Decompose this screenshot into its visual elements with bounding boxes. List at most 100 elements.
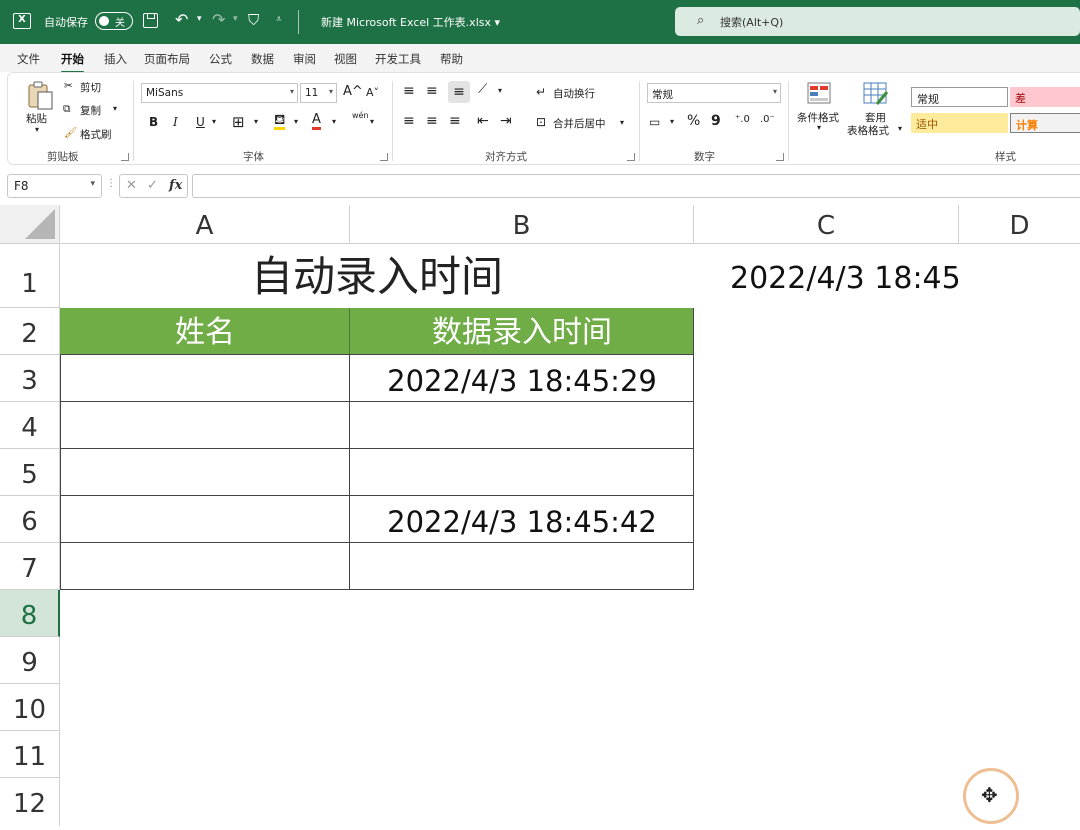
underline-dropdown-icon[interactable]: ▾ bbox=[212, 117, 216, 126]
underline-button[interactable]: U bbox=[196, 115, 205, 129]
copy-dropdown-icon[interactable]: ▾ bbox=[113, 104, 117, 113]
row-header-6[interactable]: 6 bbox=[0, 496, 60, 543]
borders-dropdown-icon[interactable]: ▾ bbox=[254, 117, 258, 126]
paste-dropdown-icon[interactable]: ▾ bbox=[35, 125, 39, 134]
tab-developer[interactable]: 开发工具 bbox=[375, 51, 421, 67]
enter-icon[interactable]: ✓ bbox=[147, 178, 158, 193]
font-size-select[interactable]: 11 ▾ bbox=[300, 83, 337, 103]
row-header-2[interactable]: 2 bbox=[0, 308, 60, 355]
row-header-7[interactable]: 7 bbox=[0, 543, 60, 590]
tab-home[interactable]: 开始 bbox=[61, 51, 84, 73]
style-neutral[interactable]: 适中 bbox=[911, 113, 1008, 133]
font-color-dropdown-icon[interactable]: ▾ bbox=[332, 117, 336, 126]
font-color-icon[interactable]: A bbox=[312, 113, 321, 130]
select-all-button[interactable] bbox=[0, 205, 60, 244]
paste-icon[interactable] bbox=[26, 81, 54, 111]
insert-function-icon[interactable]: fx bbox=[169, 178, 182, 193]
tab-view[interactable]: 视图 bbox=[334, 51, 357, 67]
align-center-icon[interactable]: ≡ bbox=[426, 113, 438, 129]
increase-indent-icon[interactable]: ⇥ bbox=[500, 113, 512, 129]
align-top-icon[interactable]: ≡ bbox=[403, 83, 415, 99]
format-table-dropdown-icon[interactable]: ▾ bbox=[898, 124, 902, 133]
cell-a2[interactable]: 姓名 bbox=[60, 308, 350, 355]
borders-icon[interactable]: ⊞ bbox=[232, 113, 245, 131]
style-normal[interactable]: 常规 bbox=[911, 87, 1008, 107]
row-header-3[interactable]: 3 bbox=[0, 355, 60, 402]
align-bottom-icon[interactable]: ≡ bbox=[448, 81, 470, 103]
alignment-launcher-icon[interactable] bbox=[627, 153, 635, 161]
document-title[interactable]: 新建 Microsoft Excel 工作表.xlsx ▾ bbox=[321, 14, 500, 30]
formula-input[interactable] bbox=[192, 174, 1080, 198]
merge-center-button[interactable]: 合并后居中 bbox=[553, 116, 606, 131]
format-as-table-icon[interactable] bbox=[863, 82, 889, 106]
decrease-indent-icon[interactable]: ⇤ bbox=[477, 113, 489, 129]
align-left-icon[interactable]: ≡ bbox=[403, 113, 415, 129]
font-name-select[interactable]: MiSans ▾ bbox=[141, 83, 298, 103]
fill-color-dropdown-icon[interactable]: ▾ bbox=[294, 117, 298, 126]
row-header-4[interactable]: 4 bbox=[0, 402, 60, 449]
worksheet-grid[interactable]: A B C D 1 2 3 4 5 6 7 8 9 10 11 12 自动录入时… bbox=[0, 205, 1080, 826]
align-middle-icon[interactable]: ≡ bbox=[426, 83, 438, 99]
conditional-formatting-icon[interactable] bbox=[807, 82, 831, 104]
row-header-11[interactable]: 11 bbox=[0, 731, 60, 778]
accounting-format-icon[interactable]: ▭ bbox=[649, 115, 660, 129]
column-header-c[interactable]: C bbox=[694, 205, 959, 244]
decrease-decimal-icon[interactable]: .0⁻ bbox=[760, 114, 775, 125]
accounting-dropdown-icon[interactable]: ▾ bbox=[670, 117, 674, 126]
tab-insert[interactable]: 插入 bbox=[104, 51, 127, 67]
format-painter-icon[interactable]: 🖌 bbox=[64, 126, 77, 139]
clipboard-launcher-icon[interactable] bbox=[121, 153, 129, 161]
tab-data[interactable]: 数据 bbox=[251, 51, 274, 67]
save-icon[interactable] bbox=[143, 13, 158, 28]
formula-bar-grip-icon[interactable]: ⋮ bbox=[106, 178, 116, 189]
wrap-text-icon[interactable]: ↵ bbox=[536, 85, 546, 99]
paste-button[interactable]: 粘贴 bbox=[26, 111, 47, 126]
conditional-dropdown-icon[interactable]: ▾ bbox=[817, 123, 821, 132]
customize-toolbar-icon[interactable]: ⩡ bbox=[276, 14, 282, 25]
redo-dropdown-icon[interactable]: ▾ bbox=[233, 14, 238, 24]
copy-button[interactable]: 复制 bbox=[80, 103, 101, 118]
row-header-8[interactable]: 8 bbox=[0, 590, 60, 637]
copy-icon[interactable]: ⧉ bbox=[63, 103, 71, 116]
comma-style-button[interactable]: 9 bbox=[711, 113, 721, 129]
column-header-b[interactable]: B bbox=[350, 205, 694, 244]
cell-c1[interactable]: 2022/4/3 18:45 bbox=[730, 261, 961, 296]
row-header-10[interactable]: 10 bbox=[0, 684, 60, 731]
orientation-dropdown-icon[interactable]: ▾ bbox=[498, 86, 502, 95]
search-input[interactable]: ⌕ 搜索(Alt+Q) bbox=[675, 7, 1080, 36]
phonetic-dropdown-icon[interactable]: ▾ bbox=[370, 117, 374, 126]
cell-b6[interactable]: 2022/4/3 18:45:42 bbox=[350, 496, 694, 543]
cell-b3[interactable]: 2022/4/3 18:45:29 bbox=[350, 355, 694, 402]
percent-style-button[interactable]: % bbox=[687, 113, 700, 129]
number-launcher-icon[interactable] bbox=[776, 153, 784, 161]
undo-dropdown-icon[interactable]: ▾ bbox=[197, 14, 202, 24]
align-right-icon[interactable]: ≡ bbox=[449, 113, 461, 129]
italic-button[interactable]: I bbox=[173, 115, 178, 129]
filter-icon[interactable]: ⛉ bbox=[248, 11, 259, 29]
row-header-12[interactable]: 12 bbox=[0, 778, 60, 826]
style-bad[interactable]: 差 bbox=[1010, 87, 1080, 107]
row-header-9[interactable]: 9 bbox=[0, 637, 60, 684]
autosave-toggle[interactable]: 关 bbox=[95, 12, 133, 30]
column-header-d[interactable]: D bbox=[959, 205, 1080, 244]
increase-decimal-icon[interactable]: ⁺.0 bbox=[735, 114, 750, 125]
font-launcher-icon[interactable] bbox=[380, 153, 388, 161]
cell-b2[interactable]: 数据录入时间 bbox=[350, 308, 694, 355]
row-header-5[interactable]: 5 bbox=[0, 449, 60, 496]
merge-center-icon[interactable]: ⊡ bbox=[536, 115, 546, 129]
cancel-icon[interactable]: ✕ bbox=[126, 178, 137, 193]
name-box[interactable]: F8 ▾ bbox=[7, 174, 102, 198]
redo-icon[interactable]: ↷ bbox=[212, 10, 225, 29]
orientation-icon[interactable]: ⟋ bbox=[478, 82, 487, 97]
cut-button[interactable]: 剪切 bbox=[80, 80, 101, 95]
cut-icon[interactable]: ✂ bbox=[64, 80, 73, 92]
cell-a1[interactable]: 自动录入时间 bbox=[60, 244, 694, 308]
grow-font-icon[interactable]: A^ bbox=[343, 84, 363, 99]
format-as-table-button-line2[interactable]: 表格格式 bbox=[847, 123, 889, 138]
undo-icon[interactable]: ↶ bbox=[175, 10, 188, 29]
fill-color-icon[interactable]: ⛾ bbox=[274, 113, 286, 130]
shrink-font-icon[interactable]: A˅ bbox=[366, 86, 379, 99]
column-header-a[interactable]: A bbox=[60, 205, 350, 244]
merge-dropdown-icon[interactable]: ▾ bbox=[620, 118, 624, 127]
tab-help[interactable]: 帮助 bbox=[440, 51, 463, 67]
